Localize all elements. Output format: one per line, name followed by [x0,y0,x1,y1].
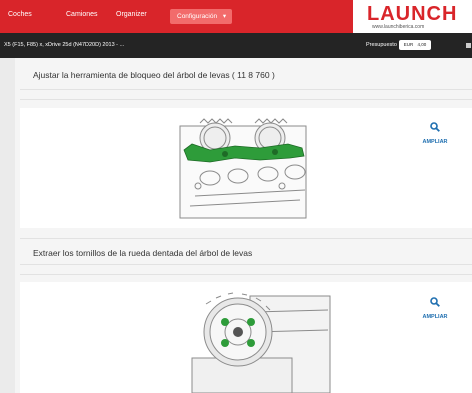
camshaft-sprocket-bolts-illustration[interactable] [20,282,472,393]
zoom-button-step-1[interactable]: AMPLIAR [415,119,455,145]
configuration-dropdown[interactable]: Configuración ▾ [170,9,232,24]
step-1-title: Ajustar la herramienta de bloqueo del ár… [33,70,275,80]
currency-label: EUR [403,42,414,47]
step-2-image-card [20,282,472,393]
top-navigation-bar: Coches Camiones Organizer Configuración … [0,0,472,33]
magnifier-icon [430,122,440,132]
nav-coches[interactable]: Coches [8,11,32,18]
configuration-label: Configuración [177,13,218,20]
step-2-title: Extraer los tornillos de la rueda dentad… [33,248,253,258]
divider [20,89,472,90]
divider [20,264,472,265]
budget-amount-badge[interactable]: EUR 4,00 [399,40,431,50]
brand-url: www.launchiberica.com [372,24,425,30]
budget-amount: 4,00 [417,42,427,47]
camshaft-locking-tool-illustration[interactable] [20,108,472,228]
nav-camiones[interactable]: Camiones [66,11,98,18]
divider [20,274,472,275]
zoom-label: AMPLIAR [422,314,448,320]
nav-organizer[interactable]: Organizer [116,11,147,18]
magnifier-icon [430,297,440,307]
zoom-button-step-2[interactable]: AMPLIAR [415,294,455,320]
logo-area: LAUNCH www.launchiberica.com [353,0,472,33]
divider [20,238,472,239]
divider [20,99,472,100]
vehicle-bar: X5 (F15, F85) x, xDrive 25d (N47D20D) 20… [0,33,472,58]
brand-logo: LAUNCH [367,3,458,25]
zoom-label: AMPLIAR [422,139,448,145]
menu-icon[interactable] [466,43,471,48]
chevron-down-icon: ▾ [222,13,227,20]
budget-label: Presupuesto [366,42,397,48]
vehicle-description: X5 (F15, F85) x, xDrive 25d (N47D20D) 20… [4,42,125,48]
step-1-image-card [20,108,472,228]
